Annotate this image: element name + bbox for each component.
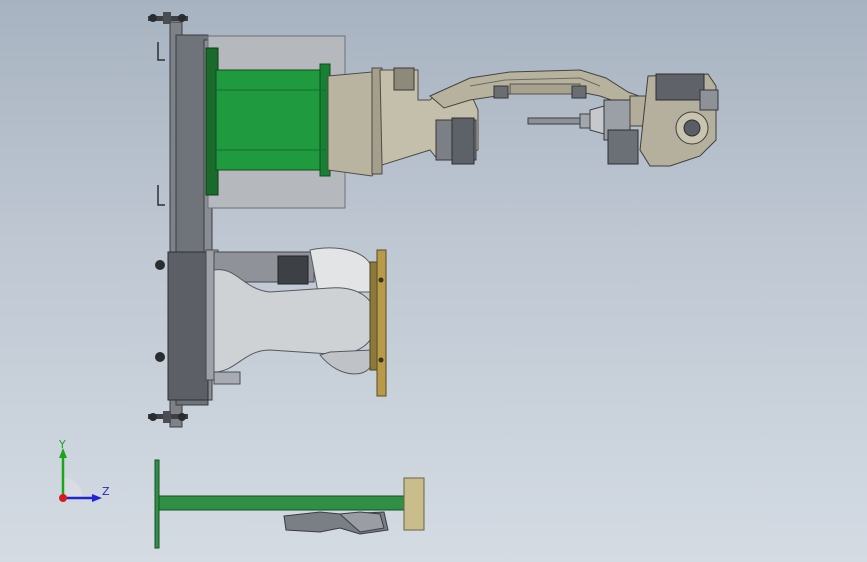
triad-plane-icon [63,478,83,498]
z-axis-label: Z [102,485,110,498]
fixture-beam-assembly [154,459,425,549]
orientation-triad[interactable]: Y Z [50,438,120,510]
cad-viewport[interactable]: Y Z [0,0,867,562]
x-axis-dot-icon [59,494,67,502]
positioner-faceplate [369,249,387,397]
positioner-headstock [155,247,377,401]
y-axis-label: Y [59,438,66,451]
robot-cell-model[interactable] [0,0,867,562]
frame-bracket-lines [157,42,165,206]
